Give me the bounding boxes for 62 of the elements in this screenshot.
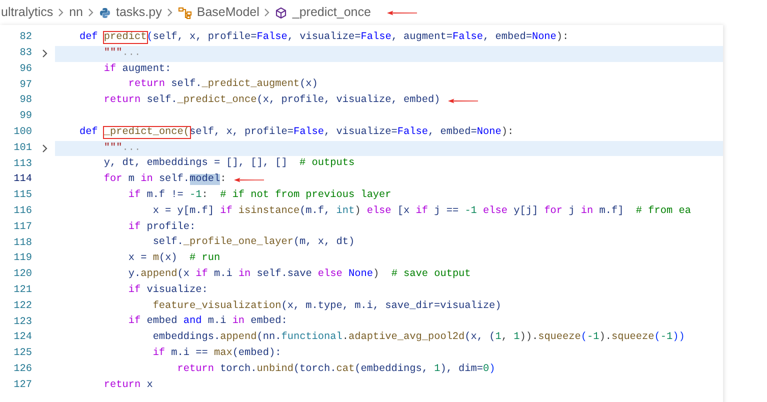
chevron-right-icon[interactable]: [42, 144, 48, 153]
line-number: 115: [12, 189, 32, 204]
python-file-icon: [99, 6, 111, 18]
class-icon: [178, 6, 192, 18]
line-number: 117: [12, 220, 32, 235]
line-number: 97: [18, 78, 32, 93]
code-line: """...: [102, 142, 141, 156]
line-number: 82: [18, 31, 32, 46]
code-line: if m.i == max(embed):: [152, 346, 282, 361]
code-line: y.append(x if m.i in self.save else None) # save output: [127, 268, 471, 282]
code-line: if profile:: [127, 220, 196, 235]
line-number: 113: [12, 158, 32, 172]
chevron-right-icon: [264, 8, 270, 17]
cube-icon: [275, 6, 288, 18]
code-line: for m in self.model:: [102, 172, 226, 188]
code-line: return torch.unbind(torch.cat(embeddings, 1), dim=0): [176, 362, 496, 377]
code-line: return self._predict_augment(x): [127, 78, 318, 92]
line-number: 119: [12, 252, 32, 266]
code-line: """...: [102, 46, 141, 61]
code-line: if m.f != -1: # if not from previous layer: [127, 188, 392, 203]
code-line: x = y[m.f] if isinstance(m.f, int) else [x if j == -1 else y[j] for j in m.f] # from ea: [152, 204, 691, 219]
code-line: return x: [102, 378, 153, 393]
annotation-arrow: [386, 10, 417, 16]
line-number: 123: [12, 316, 32, 330]
line-number: 116: [12, 205, 32, 220]
line-number: 124: [12, 331, 32, 346]
line-number: 114: [12, 173, 32, 188]
code-line: x = m(x) # run: [127, 252, 220, 266]
code-line: if embed and m.i in embed:: [127, 314, 288, 330]
code-line: return self._predict_once(x, profile, visualize, embed): [102, 94, 440, 108]
code-line: def _predict_once(self, x, profile=False, visualize=False, embed=None):: [78, 126, 514, 140]
line-number: 121: [12, 284, 32, 298]
line-number: 99: [18, 110, 32, 124]
line-number: 101: [12, 142, 32, 156]
code-line: embeddings.append(nn.functional.adaptive_avg_pool2d(x, (1, 1)).squeeze(-1).squeeze(-1)): [152, 330, 685, 346]
line-number: 98: [18, 94, 32, 108]
code-line: self._profile_one_layer(m, x, dt): [152, 236, 355, 250]
line-number: 120: [12, 268, 32, 282]
annotation-arrow: [234, 177, 264, 184]
breadcrumb-item[interactable]: nn: [69, 3, 83, 22]
line-number: 96: [18, 62, 32, 77]
line-number: 127: [12, 378, 32, 393]
line-number: 118: [12, 236, 32, 251]
code-line: if visualize:: [127, 284, 208, 298]
line-number: 122: [12, 300, 32, 314]
chevron-right-icon: [166, 8, 173, 17]
code-line: if augment:: [102, 62, 172, 77]
breadcrumb-item[interactable]: tasks.py: [116, 3, 162, 22]
line-number: 126: [12, 362, 32, 377]
line-number: 100: [12, 126, 32, 140]
code-line: feature_visualization(x, m.type, m.i, save_dir=visualize): [152, 300, 502, 314]
breadcrumb-item[interactable]: BaseModel: [196, 3, 260, 22]
chevron-right-icon: [58, 8, 64, 17]
breadcrumb-item[interactable]: _predict_once: [292, 3, 371, 22]
chevron-right-icon: [88, 8, 94, 17]
code-line: y, dt, embeddings = [], [], [] # outputs: [102, 156, 355, 172]
line-number: 83: [18, 47, 32, 62]
chevron-right-icon[interactable]: [42, 49, 48, 58]
line-number: 125: [12, 347, 32, 362]
annotation-arrow: [448, 98, 478, 104]
code-line: def predict(self, x, profile=False, visualize=False, augment=False, embed=None):: [78, 30, 569, 45]
breadcrumb-item[interactable]: ultralytics: [1, 3, 54, 22]
